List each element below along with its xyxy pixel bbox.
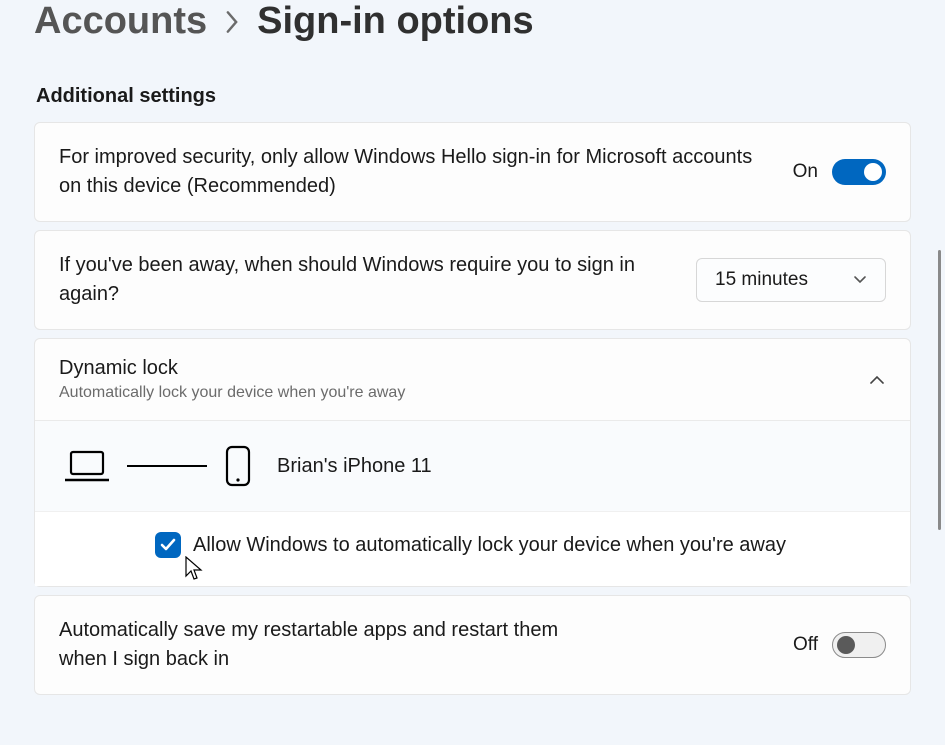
setting-card-dynamic-lock: Dynamic lock Automatically lock your dev…: [34, 338, 911, 587]
breadcrumb-parent[interactable]: Accounts: [34, 0, 207, 43]
mouse-cursor-icon: [185, 556, 203, 582]
dynamic-lock-title: Dynamic lock: [59, 357, 405, 380]
breadcrumb-current: Sign-in options: [257, 0, 534, 43]
setting-text-restartable-apps: Automatically save my restartable apps a…: [59, 616, 599, 674]
setting-text-windows-hello: For improved security, only allow Window…: [59, 143, 793, 201]
toggle-state-label: On: [793, 161, 818, 183]
toggle-state-label: Off: [793, 634, 818, 656]
paired-device-row: Brian's iPhone 11: [35, 421, 910, 511]
windows-hello-toggle[interactable]: [832, 159, 886, 185]
setting-text-require-signin: If you've been away, when should Windows…: [59, 251, 696, 309]
dynamic-lock-expander-header[interactable]: Dynamic lock Automatically lock your dev…: [35, 339, 910, 420]
dynamic-lock-subtitle: Automatically lock your device when you'…: [59, 384, 405, 402]
restartable-apps-toggle[interactable]: [832, 632, 886, 658]
setting-card-restartable-apps: Automatically save my restartable apps a…: [34, 595, 911, 695]
connection-line-icon: [127, 465, 207, 467]
laptop-icon: [65, 448, 109, 484]
dynamic-lock-checkbox-label: Allow Windows to automatically lock your…: [193, 534, 786, 557]
chevron-down-icon: [853, 275, 867, 285]
section-heading: Additional settings: [36, 85, 911, 108]
scrollbar[interactable]: [938, 250, 941, 530]
phone-icon: [225, 445, 251, 487]
setting-card-require-signin: If you've been away, when should Windows…: [34, 230, 911, 330]
setting-card-windows-hello: For improved security, only allow Window…: [34, 122, 911, 222]
dropdown-value: 15 minutes: [715, 269, 808, 291]
require-signin-dropdown[interactable]: 15 minutes: [696, 258, 886, 302]
paired-device-name: Brian's iPhone 11: [277, 455, 432, 478]
chevron-right-icon: [225, 15, 239, 29]
dynamic-lock-checkbox[interactable]: [155, 532, 181, 558]
chevron-up-icon: [868, 374, 886, 386]
breadcrumb: Accounts Sign-in options: [34, 0, 911, 43]
